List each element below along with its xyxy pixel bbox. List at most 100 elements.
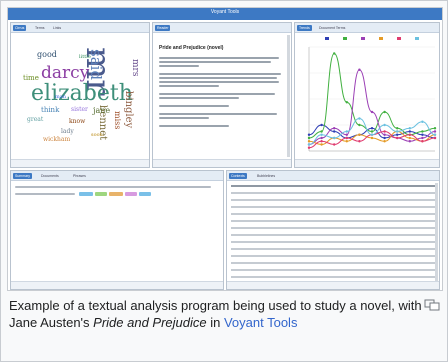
data-point[interactable] <box>408 133 411 136</box>
data-point[interactable] <box>345 101 348 104</box>
data-point[interactable] <box>433 130 437 133</box>
cloud-word[interactable]: little <box>79 55 91 60</box>
cloud-word[interactable]: bingley <box>123 91 134 128</box>
data-point[interactable] <box>320 133 323 136</box>
data-point[interactable] <box>320 123 323 127</box>
data-point[interactable] <box>433 127 437 130</box>
reader-scrollbar[interactable] <box>287 35 290 157</box>
data-point[interactable] <box>421 140 424 143</box>
legend-swatch <box>325 37 329 40</box>
data-point[interactable] <box>307 146 311 149</box>
data-point[interactable] <box>307 140 311 143</box>
tab-links[interactable]: Links <box>53 25 61 31</box>
data-point[interactable] <box>383 110 386 114</box>
data-point[interactable] <box>421 136 424 140</box>
data-point[interactable] <box>333 127 336 130</box>
data-point[interactable] <box>408 127 411 130</box>
data-point[interactable] <box>396 127 399 130</box>
tab-reader[interactable]: Reader <box>155 25 171 31</box>
data-point[interactable] <box>345 136 348 140</box>
magnify-icon[interactable] <box>424 299 440 311</box>
legend-swatch <box>361 37 365 40</box>
cloud-word[interactable]: darcy <box>41 65 89 82</box>
data-point[interactable] <box>307 133 311 136</box>
data-point[interactable] <box>358 133 361 136</box>
term-highlight[interactable] <box>79 192 93 196</box>
data-point[interactable] <box>370 127 374 130</box>
data-point[interactable] <box>433 136 437 140</box>
voyant-tools-link[interactable]: Voyant Tools <box>224 315 297 330</box>
cloud-word[interactable]: know <box>69 119 85 125</box>
cloud-word[interactable]: wickham <box>43 137 70 143</box>
data-point[interactable] <box>408 136 411 140</box>
cloud-word[interactable]: great <box>27 117 43 123</box>
tab-contexts[interactable]: Contexts <box>229 173 247 179</box>
caption-work-title: Pride and Prejudice <box>93 315 207 330</box>
data-point[interactable] <box>345 133 348 136</box>
data-point[interactable] <box>383 133 386 136</box>
data-point[interactable] <box>396 130 399 133</box>
tab-documents[interactable]: Documents <box>41 173 59 179</box>
data-point[interactable] <box>345 130 348 133</box>
data-point[interactable] <box>345 140 348 143</box>
data-point[interactable] <box>370 110 374 114</box>
tab-cirrus[interactable]: Cirrus <box>13 25 27 31</box>
cloud-word[interactable]: jane <box>93 107 110 115</box>
tab-terms[interactable]: Terms <box>35 25 45 31</box>
data-point[interactable] <box>320 130 323 133</box>
cloud-word[interactable]: sister <box>71 107 88 113</box>
cloud-word[interactable]: soon <box>91 133 103 138</box>
cloud-word[interactable]: miss <box>113 111 122 129</box>
term-highlight[interactable] <box>95 192 107 196</box>
data-point[interactable] <box>370 130 374 133</box>
tab-trends[interactable]: Trends <box>297 25 312 31</box>
data-point[interactable] <box>320 136 323 140</box>
data-point[interactable] <box>383 140 386 143</box>
tab-summary[interactable]: Summary <box>13 173 32 179</box>
data-point[interactable] <box>320 140 323 143</box>
contexts-panel-header: Contexts Bubblelines <box>227 171 439 181</box>
data-point[interactable] <box>358 68 361 71</box>
data-point[interactable] <box>421 130 424 133</box>
data-point[interactable] <box>421 120 424 123</box>
cloud-word[interactable]: elizabeth <box>31 83 133 105</box>
data-point[interactable] <box>383 130 386 133</box>
data-point[interactable] <box>408 140 411 143</box>
data-point[interactable] <box>358 140 361 143</box>
tab-bubblelines[interactable]: Bubblelines <box>257 173 275 179</box>
data-point[interactable] <box>396 136 399 140</box>
reader-panel-header: Reader <box>153 23 291 33</box>
data-point[interactable] <box>383 123 386 127</box>
data-point[interactable] <box>333 143 336 146</box>
data-point[interactable] <box>408 130 411 133</box>
tab-phrases[interactable]: Phrases <box>73 173 86 179</box>
data-point[interactable] <box>333 136 336 140</box>
data-point[interactable] <box>370 136 374 140</box>
data-point[interactable] <box>358 123 361 127</box>
trends-panel-header: Trends Document Terms <box>295 23 439 33</box>
contexts-scrollbar[interactable] <box>435 183 438 281</box>
contexts-footer <box>227 281 439 289</box>
data-point[interactable] <box>333 52 336 55</box>
term-highlight[interactable] <box>109 192 123 196</box>
data-point[interactable] <box>307 136 311 140</box>
data-point[interactable] <box>396 133 399 136</box>
cloud-word[interactable]: think <box>41 107 59 114</box>
cloud-word[interactable]: man <box>55 95 66 100</box>
data-point[interactable] <box>433 133 437 136</box>
data-point[interactable] <box>358 117 361 120</box>
data-point[interactable] <box>333 130 336 133</box>
data-point[interactable] <box>383 136 386 140</box>
term-highlight[interactable] <box>139 192 151 196</box>
cloud-word[interactable]: lady <box>61 129 74 135</box>
data-point[interactable] <box>307 143 311 146</box>
cloud-word[interactable]: mrs <box>130 59 140 76</box>
data-point[interactable] <box>421 133 424 136</box>
cloud-word[interactable]: good <box>37 51 57 59</box>
data-point[interactable] <box>320 143 323 146</box>
cloud-word[interactable]: time <box>23 75 39 82</box>
summary-panel: Summary Documents Phrases <box>10 170 224 290</box>
tab-document-terms[interactable]: Document Terms <box>319 25 345 31</box>
term-highlight[interactable] <box>125 192 137 196</box>
data-point[interactable] <box>370 133 374 136</box>
